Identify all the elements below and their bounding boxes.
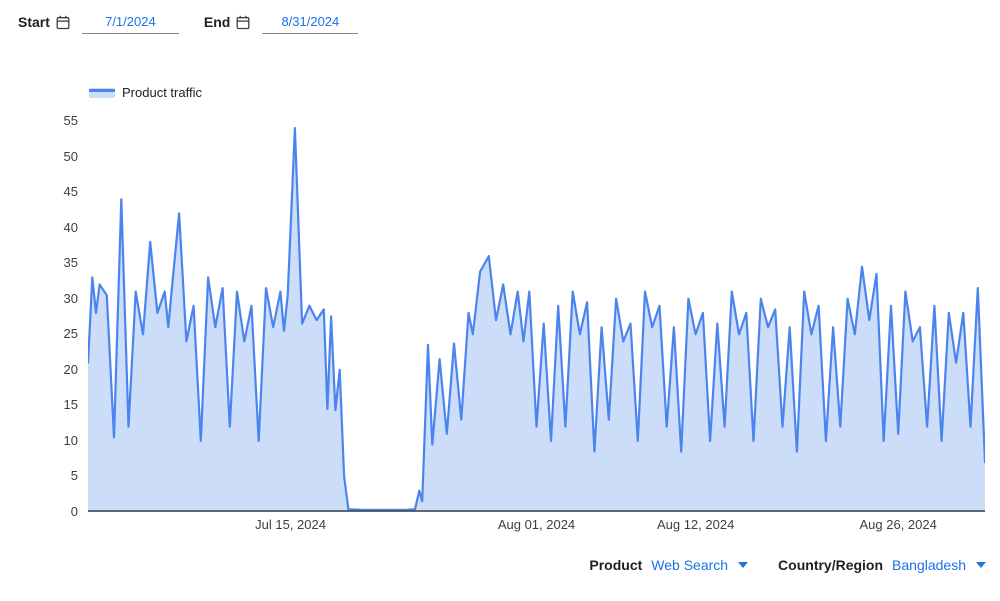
y-axis-label: 55 bbox=[30, 112, 78, 130]
y-axis-label: 15 bbox=[30, 396, 78, 414]
country-selector[interactable]: Country/Region Bangladesh bbox=[778, 557, 986, 573]
y-axis-label: 20 bbox=[30, 361, 78, 379]
product-value[interactable]: Web Search bbox=[651, 557, 728, 573]
x-axis-label: Aug 12, 2024 bbox=[657, 517, 734, 533]
y-axis-label: 35 bbox=[30, 254, 78, 272]
country-value[interactable]: Bangladesh bbox=[892, 557, 966, 573]
x-axis-label: Jul 15, 2024 bbox=[255, 517, 326, 533]
calendar-icon[interactable] bbox=[236, 15, 250, 35]
x-axis-label: Aug 26, 2024 bbox=[860, 517, 937, 533]
y-axis-label: 45 bbox=[30, 183, 78, 201]
country-label: Country/Region bbox=[778, 557, 883, 573]
chart-legend: Product traffic bbox=[89, 86, 202, 100]
legend-area-swatch-icon bbox=[89, 88, 115, 98]
legend-label: Product traffic bbox=[122, 86, 202, 100]
start-date-input[interactable]: 7/1/2024 bbox=[82, 12, 179, 34]
chevron-down-icon[interactable] bbox=[738, 562, 748, 568]
start-date-group: Start 7/1/2024 bbox=[18, 12, 179, 35]
end-date-input[interactable]: 8/31/2024 bbox=[262, 12, 358, 34]
series-area-fill bbox=[88, 128, 985, 512]
y-axis-label: 5 bbox=[30, 467, 78, 485]
chart-plot-area bbox=[88, 115, 985, 512]
date-range-controls: Start 7/1/2024 End 8/31/2024 bbox=[18, 12, 358, 35]
end-label: End bbox=[204, 12, 230, 32]
product-label: Product bbox=[589, 557, 642, 573]
y-axis-label: 40 bbox=[30, 219, 78, 237]
start-label: Start bbox=[18, 12, 50, 32]
y-axis-label: 30 bbox=[30, 290, 78, 308]
y-axis-label: 25 bbox=[30, 325, 78, 343]
filter-controls: Product Web Search Country/Region Bangla… bbox=[0, 557, 986, 573]
product-selector[interactable]: Product Web Search bbox=[589, 557, 748, 573]
end-date-group: End 8/31/2024 bbox=[204, 12, 358, 35]
chevron-down-icon[interactable] bbox=[976, 562, 986, 568]
traffic-area-chart bbox=[88, 115, 985, 512]
y-axis-label: 0 bbox=[30, 503, 78, 521]
x-axis-label: Aug 01, 2024 bbox=[498, 517, 575, 533]
y-axis-label: 50 bbox=[30, 148, 78, 166]
y-axis-label: 10 bbox=[30, 432, 78, 450]
calendar-icon[interactable] bbox=[56, 15, 70, 35]
